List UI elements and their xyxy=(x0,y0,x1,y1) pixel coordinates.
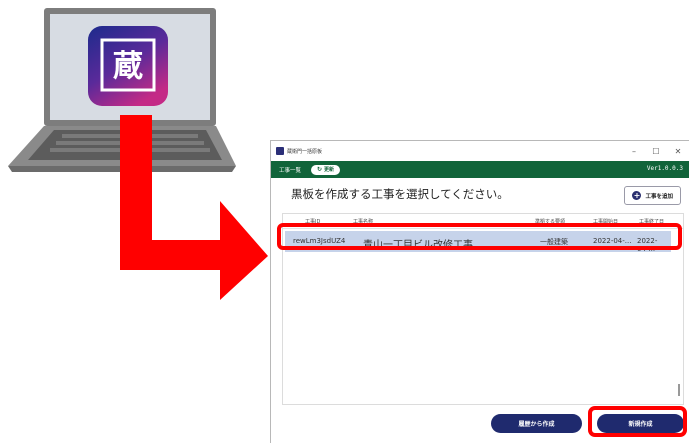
minimize-button[interactable]: – xyxy=(623,147,645,156)
update-button-label: 更新 xyxy=(324,167,335,173)
close-button[interactable]: ✕ xyxy=(667,147,689,156)
plus-circle-icon: + xyxy=(632,191,642,200)
app-bar-title: 工事一覧 xyxy=(279,167,302,174)
window-app-icon xyxy=(276,147,284,155)
table-scrollbar[interactable] xyxy=(675,228,681,402)
laptop-illustration: 蔵 xyxy=(8,8,236,172)
app-window: 蔵衛門一括原板 – ☐ ✕ 工事一覧 ↻ 更新 Ver1.0.0.3 黒板を作成… xyxy=(270,140,689,443)
column-header-standard: 準拠する要領 xyxy=(535,219,566,225)
svg-text:蔵: 蔵 xyxy=(113,49,143,84)
app-logo-icon: 蔵 xyxy=(88,26,168,106)
new-create-button[interactable]: 新規作成 xyxy=(597,414,684,433)
window-controls: – ☐ ✕ xyxy=(623,141,689,161)
app-bar: 工事一覧 ↻ 更新 Ver1.0.0.3 xyxy=(271,161,689,178)
scrollbar-thumb[interactable] xyxy=(678,384,680,396)
column-header-name: 工事名称 xyxy=(353,219,374,225)
title-bar: 蔵衛門一括原板 – ☐ ✕ xyxy=(271,141,689,161)
cell-start-date: 2022-04-... xyxy=(593,237,632,245)
version-label: Ver1.0.0.3 xyxy=(646,165,683,172)
page-heading: 黒板を作成する工事を選択してください。 xyxy=(291,187,509,201)
table-header: 工事ID 工事名称 準拠する要領 工事開始日 工事終了日 xyxy=(283,214,683,229)
table-row[interactable]: rewLm3JsdUZ4 青山一丁目ビル改修工事 一般建築 2022-04-..… xyxy=(285,231,671,253)
cell-standard: 一般建築 xyxy=(540,238,568,246)
heading-row: 黒板を作成する工事を選択してください。 + 工事を追加 xyxy=(271,178,689,212)
add-project-label: 工事を追加 xyxy=(645,193,673,200)
window-title: 蔵衛門一括原板 xyxy=(287,148,323,155)
column-header-end: 工事終了日 xyxy=(639,219,665,225)
cell-project-id: rewLm3JsdUZ4 xyxy=(293,237,346,245)
add-project-button[interactable]: + 工事を追加 xyxy=(624,186,681,205)
update-button[interactable]: ↻ 更新 xyxy=(311,164,341,175)
refresh-icon: ↻ xyxy=(317,166,323,173)
cell-end-date: 2022-04-... xyxy=(637,237,658,253)
cell-project-name: 青山一丁目ビル改修工事 xyxy=(363,240,473,251)
column-header-start: 工事開始日 xyxy=(593,219,619,225)
column-header-id: 工事ID xyxy=(305,219,321,225)
maximize-button[interactable]: ☐ xyxy=(645,147,667,156)
project-table: 工事ID 工事名称 準拠する要領 工事開始日 工事終了日 rewLm3JsdUZ… xyxy=(282,213,684,405)
create-from-history-button[interactable]: 履歴から作成 xyxy=(491,414,582,433)
